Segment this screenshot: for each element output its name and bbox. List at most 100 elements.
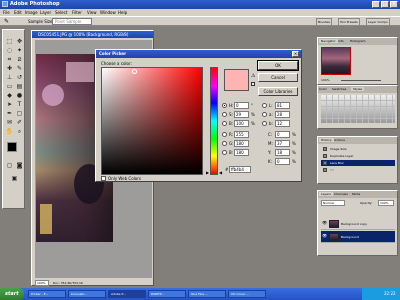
tab-tool-presets[interactable]: Tool Presets (338, 18, 360, 26)
red-radio[interactable] (222, 132, 227, 137)
gradient-tool-icon[interactable]: ▤ (15, 83, 24, 91)
navigator-preview[interactable] (321, 47, 351, 75)
taskbar-item[interactable]: kovuseki... (68, 290, 106, 298)
hex-input[interactable]: ffb4b4 (229, 166, 251, 173)
history-item[interactable]: Image Size (321, 146, 395, 152)
color-field[interactable] (101, 67, 203, 175)
taskbar-item-active[interactable]: Adobe P... (108, 290, 146, 298)
eraser-tool-icon[interactable]: ▭ (5, 83, 14, 91)
notes-tool-icon[interactable]: ✉ (5, 119, 14, 127)
tab-channels[interactable]: Channels (334, 192, 348, 196)
brush-tool-icon[interactable]: ✎ (15, 65, 24, 73)
red-input[interactable]: 255 (234, 131, 249, 138)
magic-wand-tool-icon[interactable]: ✦ (15, 47, 24, 55)
lab-a-radio[interactable] (262, 112, 267, 117)
magenta-input[interactable]: 37 (275, 140, 290, 147)
blue-radio[interactable] (222, 150, 227, 155)
sample-size-select[interactable]: Point Sample (52, 18, 92, 25)
hue-slider[interactable] (210, 67, 218, 175)
hue-radio[interactable] (222, 103, 227, 108)
hue-slider-right-arrow-icon[interactable]: ◀ (219, 171, 222, 175)
tab-histogram[interactable]: Histogram (350, 39, 366, 43)
blur-tool-icon[interactable]: ◆ (5, 92, 14, 100)
crop-tool-icon[interactable]: ⌗ (5, 56, 14, 64)
tab-layers[interactable]: Layers (319, 192, 333, 196)
menu-help[interactable]: Help (118, 10, 127, 15)
zoom-tool-icon[interactable]: ⌕ (15, 128, 24, 136)
saturation-input[interactable]: 29 (234, 111, 249, 118)
history-item[interactable]: Duplicate Layer (321, 153, 395, 159)
brightness-radio[interactable] (222, 121, 227, 126)
only-web-colors-checkbox[interactable] (101, 176, 106, 181)
close-button[interactable]: × (390, 1, 398, 8)
opacity-field[interactable]: 100% (378, 200, 394, 206)
lab-a-input[interactable]: 28 (275, 111, 290, 118)
taskbar-item[interactable]: CD Cover ... (228, 290, 266, 298)
menu-filter[interactable]: Filter (72, 10, 82, 15)
maximize-button[interactable]: □ (381, 1, 389, 8)
brightness-input[interactable]: 100 (234, 120, 249, 127)
layer-row-selected[interactable]: 👁 Background (321, 231, 395, 243)
start-button[interactable]: start (0, 288, 24, 300)
cyan-input[interactable]: 0 (275, 131, 290, 138)
tab-swatches[interactable]: Swatches (332, 87, 346, 91)
history-item[interactable]: Fill (321, 167, 395, 173)
menu-view[interactable]: View (87, 10, 97, 15)
blend-mode-select[interactable]: Normal (321, 200, 345, 206)
black-input[interactable]: 0 (275, 158, 290, 165)
hue-slider-left-arrow-icon[interactable]: ▶ (206, 171, 209, 175)
taskbar-item[interactable]: One Fine ... (188, 290, 226, 298)
path-selection-tool-icon[interactable]: ➤ (5, 101, 14, 109)
eye-icon[interactable]: 👁 (322, 221, 327, 225)
slice-tool-icon[interactable]: ⧄ (15, 56, 24, 64)
history-item-selected[interactable]: Lens Blur (321, 160, 395, 166)
taskbar-item[interactable]: PAINTP... (148, 290, 186, 298)
type-tool-icon[interactable]: T (15, 101, 24, 109)
lab-l-input[interactable]: 81 (275, 102, 290, 109)
menu-edit[interactable]: Edit (14, 10, 22, 15)
cancel-button[interactable]: Cancel (258, 73, 298, 82)
color-libraries-button[interactable]: Color Libraries (258, 87, 298, 96)
tab-actions[interactable]: Actions (334, 138, 345, 142)
taskbar-item[interactable]: Prober - E... (28, 290, 66, 298)
standard-mode-icon[interactable]: ◻ (5, 162, 14, 170)
eye-icon[interactable]: 👁 (322, 234, 327, 238)
foreground-color-swatch[interactable] (7, 142, 17, 152)
close-icon[interactable]: × (292, 51, 299, 57)
green-radio[interactable] (222, 141, 227, 146)
menu-image[interactable]: Image (25, 10, 38, 15)
green-input[interactable]: 180 (234, 140, 249, 147)
web-safe-cube-icon[interactable] (251, 82, 255, 86)
eyedropper-tool-icon[interactable]: ✐ (15, 119, 24, 127)
tab-history[interactable]: History (319, 138, 334, 142)
tab-paths[interactable]: Paths (352, 192, 360, 196)
styles-grid[interactable] (321, 95, 395, 123)
tab-info[interactable]: Info (338, 39, 344, 43)
tab-color[interactable]: Color (319, 87, 327, 91)
menu-file[interactable]: File (3, 10, 10, 15)
minimize-button[interactable]: _ (372, 1, 380, 8)
lasso-tool-icon[interactable]: ◌ (5, 47, 14, 55)
history-brush-tool-icon[interactable]: ↺ (15, 74, 24, 82)
color-field-marker[interactable] (132, 69, 137, 74)
layer-row[interactable]: 👁 Background copy (321, 218, 395, 230)
saturation-radio[interactable] (222, 112, 227, 117)
lab-l-radio[interactable] (262, 103, 267, 108)
clock[interactable]: 22:22 (384, 291, 396, 296)
menu-select[interactable]: Select (55, 10, 67, 15)
navigator-zoom-bar[interactable]: 100% (321, 78, 395, 84)
tab-styles[interactable]: Styles (351, 87, 365, 91)
current-color-swatch[interactable] (224, 80, 249, 91)
move-tool-icon[interactable]: ✥ (15, 38, 24, 46)
ok-button[interactable]: OK (257, 60, 299, 71)
pen-tool-icon[interactable]: ✒ (5, 110, 14, 118)
yellow-input[interactable]: 18 (275, 149, 290, 156)
shape-tool-icon[interactable]: ▢ (15, 110, 24, 118)
menu-layer[interactable]: Layer (40, 10, 51, 15)
menu-window[interactable]: Window (100, 10, 116, 15)
quick-mask-mode-icon[interactable]: ◙ (15, 162, 24, 170)
marquee-tool-icon[interactable]: ⬚ (5, 38, 14, 46)
tab-layer-comps[interactable]: Layer Comps (366, 18, 390, 26)
out-of-gamut-alert-icon[interactable]: ⚠ (251, 74, 255, 79)
blue-input[interactable]: 180 (234, 149, 249, 156)
